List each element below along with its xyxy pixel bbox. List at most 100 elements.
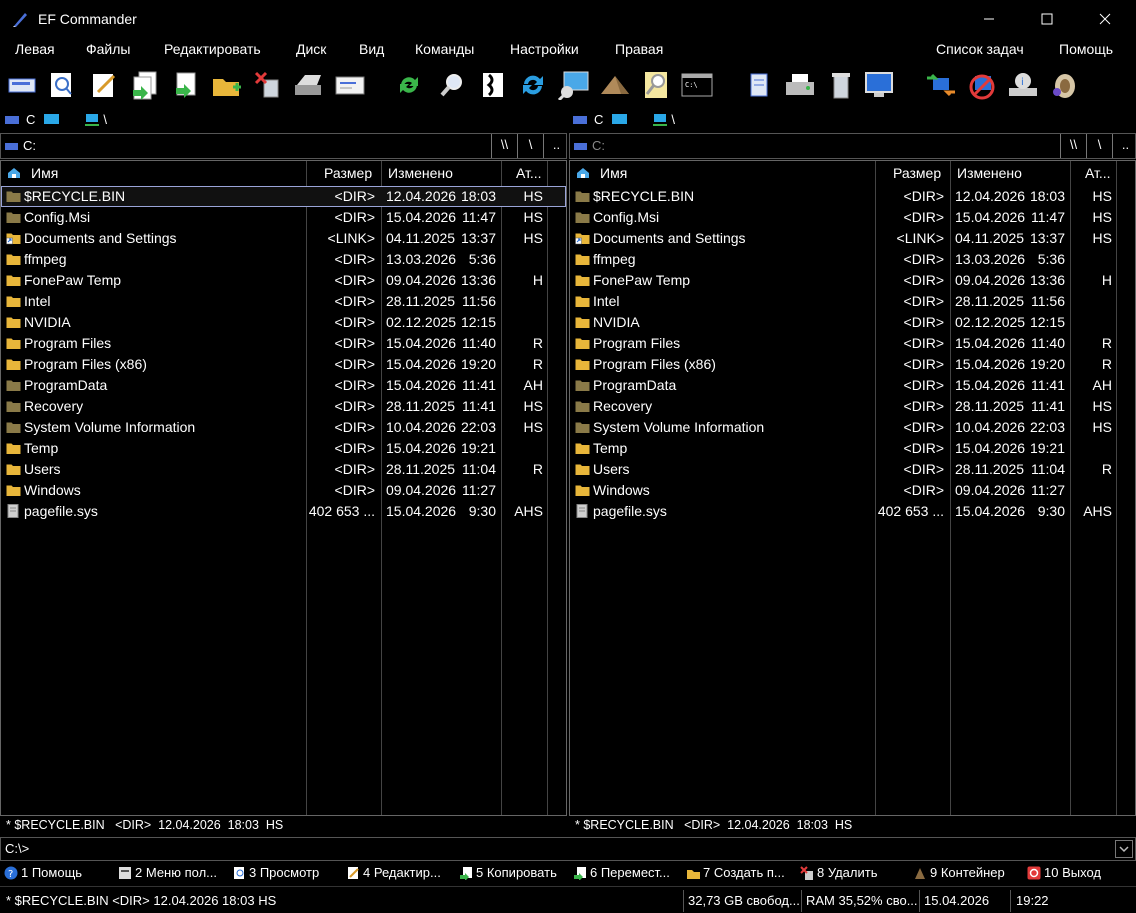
file-row[interactable]: ffmpeg <DIR> 13.03.2026 5:36 <box>1 249 566 270</box>
file-row[interactable]: NVIDIA <DIR> 02.12.2025 12:15 <box>570 312 1135 333</box>
left-drive-letter[interactable]: C <box>26 112 35 127</box>
header-modified[interactable]: Изменено <box>388 165 453 181</box>
copy-button[interactable] <box>128 68 162 102</box>
file-row[interactable]: ProgramData <DIR> 15.04.2026 11:41 AH <box>1 375 566 396</box>
file-row[interactable]: Program Files (x86) <DIR> 15.04.2026 19:20 R <box>570 354 1135 375</box>
header-name[interactable]: Имя <box>31 165 58 181</box>
file-row[interactable]: Program Files (x86) <DIR> 15.04.2026 19:20 R <box>1 354 566 375</box>
header-attributes[interactable]: Ат... <box>1085 165 1111 181</box>
menu-files[interactable]: Файлы <box>86 41 130 57</box>
menu-right[interactable]: Правая <box>615 41 663 57</box>
left-file-panel[interactable]: Имя Размер Изменено Ат... $RECYCLE.BIN <D… <box>0 160 567 816</box>
recycle-bin-button[interactable] <box>824 68 858 102</box>
file-row[interactable]: Program Files <DIR> 15.04.2026 11:40 R <box>1 333 566 354</box>
file-row[interactable]: Users <DIR> 28.11.2025 11:04 R <box>1 459 566 480</box>
delete-button[interactable] <box>251 68 285 102</box>
f2-user-menu-button[interactable]: 2 Меню пол... <box>118 865 217 880</box>
sync-button[interactable] <box>516 68 550 102</box>
file-row[interactable]: Intel <DIR> 28.11.2025 11:56 <box>1 291 566 312</box>
left-drive-root[interactable]: \ <box>103 112 107 127</box>
file-row[interactable]: Recovery <DIR> 28.11.2025 11:41 HS <box>570 396 1135 417</box>
file-row[interactable]: Windows <DIR> 09.04.2026 11:27 <box>1 480 566 501</box>
network-button[interactable] <box>557 68 591 102</box>
command-prompt[interactable]: C:\> <box>5 841 29 856</box>
maximize-button[interactable] <box>1018 0 1076 38</box>
header-size[interactable]: Размер <box>893 165 941 181</box>
audio-button[interactable] <box>1047 68 1081 102</box>
minimize-button[interactable] <box>960 0 1018 38</box>
right-up-button[interactable]: .. <box>1112 134 1136 158</box>
file-row[interactable]: $RECYCLE.BIN <DIR> 12.04.2026 18:03 HS <box>1 186 566 207</box>
file-row[interactable]: ffmpeg <DIR> 13.03.2026 5:36 <box>570 249 1135 270</box>
menu-disk[interactable]: Диск <box>296 41 326 57</box>
header-modified[interactable]: Изменено <box>957 165 1022 181</box>
move-button[interactable] <box>169 68 203 102</box>
f8-delete-button[interactable]: 8 Удалить <box>800 865 877 880</box>
left-root-button[interactable]: \ <box>517 134 543 158</box>
pack-button[interactable] <box>598 68 632 102</box>
f9-container-button[interactable]: 9 Контейнер <box>913 865 1005 880</box>
f4-edit-button[interactable]: 4 Редактир... <box>346 865 441 880</box>
right-drive-letter[interactable]: C <box>594 112 603 127</box>
file-list-button[interactable] <box>742 68 776 102</box>
file-row[interactable]: FonePaw Temp <DIR> 09.04.2026 13:36 H <box>1 270 566 291</box>
left-root-unc-button[interactable]: \\ <box>491 134 517 158</box>
info-button[interactable]: i <box>1006 68 1040 102</box>
f1-help-button[interactable]: ? 1 Помощь <box>4 865 82 880</box>
menu-settings[interactable]: Настройки <box>510 41 579 57</box>
header-name[interactable]: Имя <box>600 165 627 181</box>
menu-view[interactable]: Вид <box>359 41 384 57</box>
command-line[interactable]: C:\> <box>0 837 1136 861</box>
file-row[interactable]: Config.Msi <DIR> 15.04.2026 11:47 HS <box>1 207 566 228</box>
f6-move-button[interactable]: 6 Перемест... <box>573 865 670 880</box>
right-root-button[interactable]: \ <box>1086 134 1112 158</box>
monitor-button[interactable] <box>862 68 896 102</box>
file-row[interactable]: Documents and Settings <LINK> 04.11.2025 13… <box>1 228 566 249</box>
compare-button[interactable] <box>476 68 510 102</box>
menu-commands[interactable]: Команды <box>415 41 474 57</box>
file-row[interactable]: Intel <DIR> 28.11.2025 11:56 <box>570 291 1135 312</box>
drive-button[interactable] <box>5 68 39 102</box>
file-row[interactable]: Users <DIR> 28.11.2025 11:04 R <box>570 459 1135 480</box>
file-row[interactable]: FonePaw Temp <DIR> 09.04.2026 13:36 H <box>570 270 1135 291</box>
f5-copy-button[interactable]: 5 Копировать <box>459 865 557 880</box>
header-attributes[interactable]: Ат... <box>516 165 542 181</box>
file-row[interactable]: System Volume Information <DIR> 10.04.2026… <box>570 417 1135 438</box>
properties-button[interactable] <box>333 68 367 102</box>
new-folder-button[interactable] <box>210 68 244 102</box>
file-row[interactable]: Windows <DIR> 09.04.2026 11:27 <box>570 480 1135 501</box>
console-button[interactable]: C:\ <box>680 68 714 102</box>
right-path-text[interactable]: C: <box>592 138 605 153</box>
file-row[interactable]: ProgramData <DIR> 15.04.2026 11:41 AH <box>570 375 1135 396</box>
close-button[interactable] <box>1076 0 1134 38</box>
menu-edit[interactable]: Редактировать <box>164 41 261 57</box>
print2-button[interactable] <box>783 68 817 102</box>
f7-create-folder-button[interactable]: 7 Создать п... <box>686 865 785 880</box>
right-drive-root[interactable]: \ <box>671 112 675 127</box>
edit-button[interactable] <box>87 68 121 102</box>
file-row[interactable]: Temp <DIR> 15.04.2026 19:21 <box>570 438 1135 459</box>
f10-exit-button[interactable]: 10 Выход <box>1027 865 1101 880</box>
refresh-button[interactable] <box>392 68 426 102</box>
disconnect-button[interactable] <box>965 68 999 102</box>
file-row[interactable]: Recovery <DIR> 28.11.2025 11:41 HS <box>1 396 566 417</box>
connect-button[interactable] <box>924 68 958 102</box>
file-row[interactable]: Program Files <DIR> 15.04.2026 11:40 R <box>570 333 1135 354</box>
menu-left[interactable]: Левая <box>15 41 55 57</box>
right-root-unc-button[interactable]: \\ <box>1060 134 1086 158</box>
left-path-text[interactable]: C: <box>23 138 36 153</box>
right-file-panel[interactable]: Имя Размер Изменено Ат... $RECYCLE.BIN <D… <box>569 160 1136 816</box>
file-row[interactable]: Temp <DIR> 15.04.2026 19:21 <box>1 438 566 459</box>
menu-task-list[interactable]: Список задач <box>936 41 1024 57</box>
file-row[interactable]: NVIDIA <DIR> 02.12.2025 12:15 <box>1 312 566 333</box>
header-size[interactable]: Размер <box>324 165 372 181</box>
file-row[interactable]: $RECYCLE.BIN <DIR> 12.04.2026 18:03 HS <box>570 186 1135 207</box>
file-row[interactable]: System Volume Information <DIR> 10.04.2026… <box>1 417 566 438</box>
file-row[interactable]: pagefile.sys 402 653 ... 15.04.2026 9:30 AHS <box>1 501 566 522</box>
menu-help[interactable]: Помощь <box>1059 41 1113 57</box>
file-row[interactable]: Config.Msi <DIR> 15.04.2026 11:47 HS <box>570 207 1135 228</box>
drive-c-icon[interactable] <box>611 112 629 126</box>
f3-view-button[interactable]: 3 Просмотр <box>232 865 319 880</box>
view-button[interactable] <box>639 68 673 102</box>
command-history-dropdown[interactable] <box>1115 840 1133 858</box>
